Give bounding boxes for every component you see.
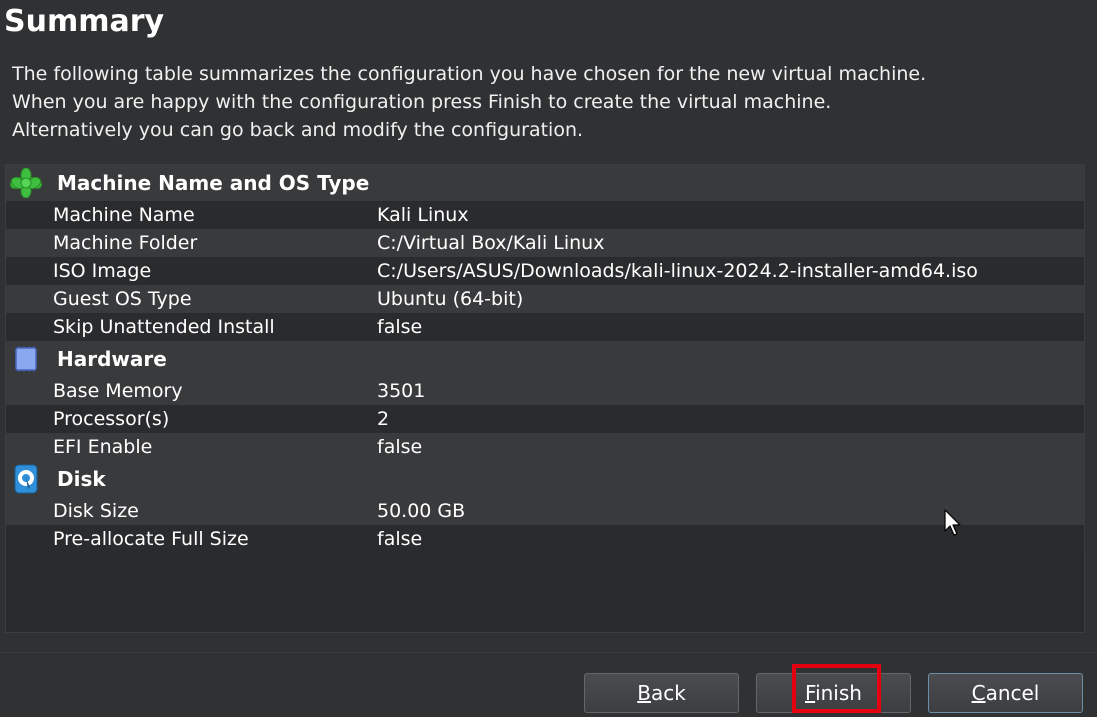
row-value: Ubuntu (64-bit) [377, 288, 524, 310]
row-key: EFI Enable [53, 436, 153, 458]
row-key: Guest OS Type [53, 288, 192, 310]
row-value: Kali Linux [377, 204, 469, 226]
disk-icon [10, 464, 42, 494]
chip-icon [10, 344, 42, 374]
finish-button[interactable]: Finish [756, 673, 911, 713]
row-value: 50.00 GB [377, 500, 466, 522]
row-value: 2 [377, 408, 390, 430]
row-value: false [377, 316, 423, 338]
table-row[interactable]: ISO Image C:/Users/ASUS/Downloads/kali-l… [6, 257, 1084, 285]
cancel-label-rest: ancel [985, 681, 1040, 705]
row-key: Skip Unattended Install [53, 316, 275, 338]
green-star-icon [9, 167, 43, 199]
section-label: Hardware [57, 347, 167, 371]
row-key: Processor(s) [53, 408, 170, 430]
row-key: Base Memory [53, 380, 183, 402]
page-description: The following table summarizes the confi… [12, 60, 926, 144]
row-value: false [377, 436, 423, 458]
row-key: Pre-allocate Full Size [53, 528, 249, 550]
footer-divider [0, 652, 1097, 653]
table-row[interactable]: Machine Name Kali Linux [6, 201, 1084, 229]
row-value: false [377, 528, 423, 550]
table-row[interactable]: Skip Unattended Install false [6, 313, 1084, 341]
table-row[interactable]: Guest OS Type Ubuntu (64-bit) [6, 285, 1084, 313]
row-value: 3501 [377, 380, 426, 402]
row-value: C:/Virtual Box/Kali Linux [377, 232, 605, 254]
description-line-3: Alternatively you can go back and modify… [12, 119, 584, 141]
table-row[interactable]: EFI Enable false [6, 433, 1084, 461]
description-line-2: When you are happy with the configuratio… [12, 91, 832, 113]
table-row[interactable]: Machine Folder C:/Virtual Box/Kali Linux [6, 229, 1084, 257]
wizard-page: Summary The following table summarizes t… [0, 0, 1097, 717]
cancel-button[interactable]: Cancel [928, 673, 1083, 713]
section-hardware[interactable]: Hardware [6, 341, 1084, 377]
section-label: Disk [57, 467, 106, 491]
section-machine[interactable]: Machine Name and OS Type [6, 165, 1084, 201]
table-row[interactable]: Processor(s) 2 [6, 405, 1084, 433]
finish-mnemonic: F [805, 681, 816, 705]
description-line-1: The following table summarizes the confi… [12, 63, 927, 85]
summary-table[interactable]: Machine Name and OS Type Machine Name Ka… [5, 164, 1085, 633]
table-row[interactable]: Base Memory 3501 [6, 377, 1084, 405]
back-label-rest: ack [650, 681, 686, 705]
row-key: Machine Folder [53, 232, 198, 254]
mouse-cursor-icon [944, 509, 962, 537]
back-button[interactable]: Back [584, 673, 739, 713]
table-row[interactable]: Disk Size 50.00 GB [6, 497, 1084, 525]
row-value: C:/Users/ASUS/Downloads/kali-linux-2024.… [377, 260, 978, 282]
row-key: Disk Size [53, 500, 139, 522]
finish-label-rest: inish [815, 681, 862, 705]
back-mnemonic: B [637, 681, 651, 705]
cancel-mnemonic: C [971, 681, 986, 705]
section-disk[interactable]: Disk [6, 461, 1084, 497]
table-row[interactable]: Pre-allocate Full Size false [6, 525, 1084, 553]
row-key: ISO Image [53, 260, 152, 282]
row-key: Machine Name [53, 204, 195, 226]
section-label: Machine Name and OS Type [57, 171, 370, 195]
page-title: Summary [4, 4, 165, 39]
